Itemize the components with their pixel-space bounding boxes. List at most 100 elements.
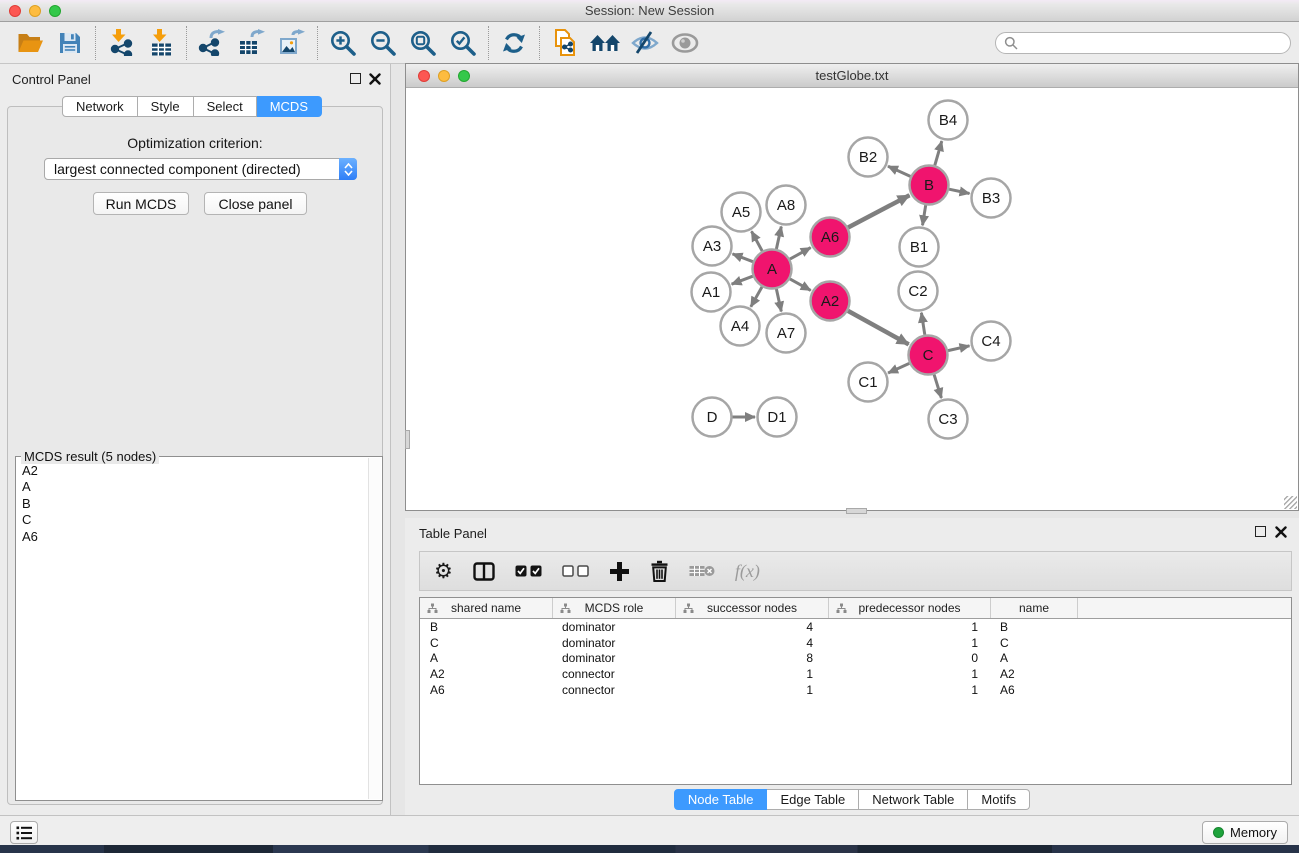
cell[interactable]: 4: [676, 636, 829, 650]
cell[interactable]: 0: [829, 651, 991, 665]
edge-A-A2[interactable]: [790, 279, 811, 291]
cell[interactable]: dominator: [553, 636, 676, 650]
tab-network-table[interactable]: Network Table: [859, 789, 968, 810]
graph-node-A5[interactable]: A5: [722, 193, 761, 232]
close-panel-button[interactable]: Close panel: [204, 192, 307, 215]
cell[interactable]: A: [420, 651, 553, 665]
tab-node-table[interactable]: Node Table: [674, 789, 768, 810]
column-header-MCDS-role[interactable]: MCDS role: [553, 598, 676, 618]
cell[interactable]: connector: [553, 667, 676, 681]
result-list-scrollbar[interactable]: [368, 458, 381, 799]
graph-node-C1[interactable]: C1: [849, 363, 888, 402]
column-header-name[interactable]: name: [991, 598, 1078, 618]
cell[interactable]: C: [420, 636, 553, 650]
cell[interactable]: dominator: [553, 620, 676, 634]
graph-node-B1[interactable]: B1: [900, 228, 939, 267]
cell[interactable]: A2: [991, 667, 1078, 681]
select-all-button[interactable]: [515, 556, 542, 586]
cell[interactable]: 8: [676, 651, 829, 665]
export-network-button[interactable]: [192, 25, 232, 61]
cell[interactable]: B: [420, 620, 553, 634]
cell[interactable]: C: [991, 636, 1078, 650]
zoom-out-button[interactable]: [363, 25, 403, 61]
deselect-all-button[interactable]: [562, 556, 589, 586]
edge-B-B3[interactable]: [949, 189, 969, 193]
graph-node-A[interactable]: A: [753, 250, 792, 289]
edge-A-A3[interactable]: [733, 254, 753, 262]
home-button[interactable]: [585, 25, 625, 61]
cell[interactable]: 1: [676, 667, 829, 681]
close-panel-icon[interactable]: [369, 73, 381, 85]
edge-A-A8[interactable]: [776, 227, 781, 250]
column-header-predecessor-nodes[interactable]: predecessor nodes: [829, 598, 991, 618]
run-mcds-button[interactable]: Run MCDS: [93, 192, 189, 215]
column-header-successor-nodes[interactable]: successor nodes: [676, 598, 829, 618]
edge-A-A5[interactable]: [752, 231, 763, 251]
split-columns-button[interactable]: [473, 556, 495, 586]
graph-node-A8[interactable]: A8: [767, 186, 806, 225]
float-panel-icon[interactable]: [1255, 526, 1266, 537]
network-window-titlebar[interactable]: testGlobe.txt: [406, 64, 1298, 88]
mcds-result-item[interactable]: A: [22, 479, 368, 495]
edge-A-A6[interactable]: [790, 248, 811, 260]
edge-A-A7[interactable]: [776, 289, 781, 312]
network-canvas[interactable]: B4B2BB3A8A5A6A3B1AA1C2A2A4A7C4CC1C3DD1: [406, 88, 1298, 510]
cell[interactable]: 1: [829, 683, 991, 697]
frame-resize-grip[interactable]: [1284, 496, 1297, 509]
edge-A-A1[interactable]: [732, 276, 753, 284]
add-column-button[interactable]: [609, 556, 630, 586]
graph-node-A2[interactable]: A2: [811, 282, 850, 321]
column-header-shared-name[interactable]: shared name: [420, 598, 553, 618]
tab-select[interactable]: Select: [194, 96, 257, 117]
edge-C-C1[interactable]: [888, 363, 909, 373]
edge-B-B1[interactable]: [923, 205, 926, 225]
save-session-button[interactable]: [50, 25, 90, 61]
graph-node-B4[interactable]: B4: [929, 101, 968, 140]
open-session-button[interactable]: [10, 25, 50, 61]
cell[interactable]: 1: [676, 683, 829, 697]
optimization-criterion-select[interactable]: largest connected component (directed): [44, 158, 357, 180]
cell[interactable]: 1: [829, 636, 991, 650]
graph-node-D[interactable]: D: [693, 398, 732, 437]
import-table-button[interactable]: [141, 25, 181, 61]
graph-node-B3[interactable]: B3: [972, 179, 1011, 218]
search-input[interactable]: [1018, 36, 1282, 50]
table-row-C[interactable]: Cdominator41C: [420, 635, 1291, 651]
mcds-result-item[interactable]: A6: [22, 529, 368, 545]
delete-column-button[interactable]: [650, 556, 669, 586]
memory-button[interactable]: Memory: [1202, 821, 1288, 844]
edge-C-C4[interactable]: [948, 346, 970, 351]
graph-node-A7[interactable]: A7: [767, 314, 806, 353]
mcds-result-item[interactable]: B: [22, 496, 368, 512]
tab-style[interactable]: Style: [138, 96, 194, 117]
edge-B-B2[interactable]: [888, 166, 910, 176]
table-settings-button[interactable]: ⚙: [434, 556, 453, 586]
table-row-A[interactable]: Adominator80A: [420, 651, 1291, 667]
table-row-A6[interactable]: A6connector11A6: [420, 682, 1291, 698]
function-builder-button[interactable]: f(x): [735, 556, 760, 586]
graph-node-A4[interactable]: A4: [721, 307, 760, 346]
delete-table-button[interactable]: [689, 556, 715, 586]
cell[interactable]: 4: [676, 620, 829, 634]
graph-node-A6[interactable]: A6: [811, 218, 850, 257]
table-row-B[interactable]: Bdominator41B: [420, 619, 1291, 635]
graph-node-C3[interactable]: C3: [929, 400, 968, 439]
edge-C-C3[interactable]: [934, 375, 941, 398]
cell[interactable]: dominator: [553, 651, 676, 665]
cell[interactable]: 1: [829, 620, 991, 634]
mcds-result-item[interactable]: A2: [22, 463, 368, 479]
graph-node-C[interactable]: C: [909, 336, 948, 375]
cell[interactable]: A2: [420, 667, 553, 681]
table-row-A2[interactable]: A2connector11A2: [420, 666, 1291, 682]
float-panel-icon[interactable]: [350, 73, 361, 84]
cell[interactable]: B: [991, 620, 1078, 634]
tab-network[interactable]: Network: [62, 96, 138, 117]
cell[interactable]: A6: [420, 683, 553, 697]
zoom-fit-button[interactable]: [403, 25, 443, 61]
edge-A2-C[interactable]: [848, 311, 909, 345]
edge-B-B4[interactable]: [935, 141, 942, 165]
import-network-button[interactable]: [101, 25, 141, 61]
export-image-button[interactable]: [272, 25, 312, 61]
close-panel-icon[interactable]: [1275, 526, 1287, 538]
edge-A6-B[interactable]: [848, 195, 909, 227]
